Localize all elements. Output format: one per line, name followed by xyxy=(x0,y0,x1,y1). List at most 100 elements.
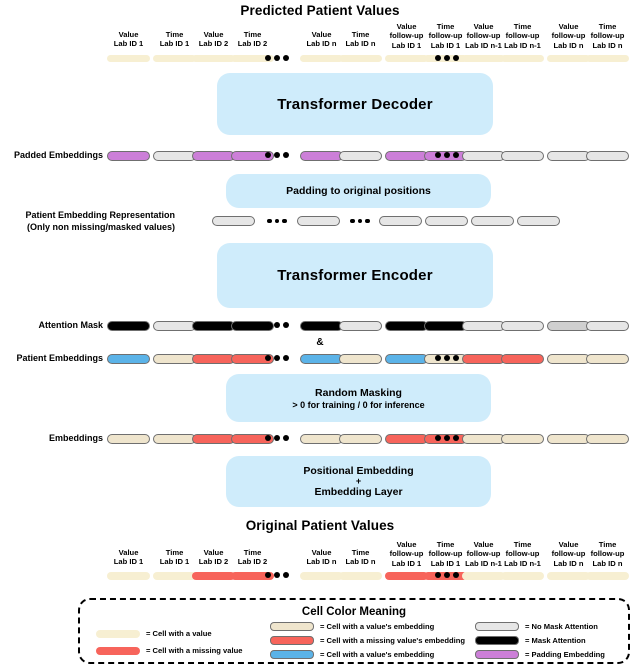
legend-swatch-embedred xyxy=(270,636,314,645)
cell-nomask xyxy=(297,216,340,226)
legend-item: = Mask Attention xyxy=(475,636,586,645)
row-attention-mask xyxy=(0,321,640,332)
cell-nomask xyxy=(547,151,590,161)
cell-nomask xyxy=(153,321,196,331)
embedding-layer-label: Embedding Layer xyxy=(314,486,403,499)
plus-sign: + xyxy=(355,475,362,486)
bottom-column-headers: Value Lab ID 1 Time Lab ID 1 Value Lab ID … xyxy=(0,540,640,572)
ellipsis-dots xyxy=(262,570,292,581)
cell-nomask2 xyxy=(547,321,590,331)
cell-value xyxy=(339,55,382,62)
transformer-decoder-box[interactable]: Transformer Decoder xyxy=(217,73,493,135)
cell-embedred xyxy=(192,354,235,364)
cell-embedred xyxy=(501,354,544,364)
random-masking-box[interactable]: Random Masking > 0 for training / 0 for … xyxy=(226,374,491,422)
legend-label: = Cell with a missing value's embedding xyxy=(320,636,466,645)
top-column-headers: Value Lab ID 1 Time Lab ID 1 Value Lab ID … xyxy=(0,22,640,54)
cell-nomask xyxy=(425,216,468,226)
cell-value xyxy=(462,572,505,580)
transformer-decoder-label: Transformer Decoder xyxy=(277,95,433,113)
ampersand-connector: & xyxy=(316,337,324,348)
cell-value xyxy=(339,572,382,580)
transformer-encoder-label: Transformer Encoder xyxy=(277,267,433,284)
cell-embedblue xyxy=(300,354,343,364)
cell-embedcream xyxy=(462,434,505,444)
cell-padding xyxy=(300,151,343,161)
cell-value xyxy=(300,572,343,580)
cell-embedcream xyxy=(107,434,150,444)
cell-nomask xyxy=(212,216,255,226)
cell-embedcream xyxy=(586,434,629,444)
cell-nomask xyxy=(153,151,196,161)
cell-embedcream xyxy=(339,354,382,364)
column-header: Time follow-up Lab ID n xyxy=(590,540,625,568)
cell-value xyxy=(462,55,505,62)
cell-missing xyxy=(192,572,235,580)
ellipsis-dots xyxy=(262,150,292,161)
cell-embedcream xyxy=(300,434,343,444)
cell-nomask xyxy=(379,216,422,226)
legend-item: = Cell with a value's embedding xyxy=(270,650,434,659)
ellipsis-dots xyxy=(262,216,292,227)
legend-box: Cell Color Meaning = Cell with a value = … xyxy=(78,598,630,664)
legend-swatch-value xyxy=(96,629,140,638)
cell-nomask xyxy=(339,321,382,331)
legend-item: = Padding Embedding xyxy=(475,650,605,659)
row-padded-embeddings xyxy=(0,151,640,162)
cell-embedred xyxy=(462,354,505,364)
cell-nomask xyxy=(586,151,629,161)
cell-value xyxy=(153,572,196,580)
legend-item: = Cell with a value xyxy=(96,629,212,638)
cell-padding xyxy=(385,151,428,161)
legend-item: = Cell with a missing value xyxy=(96,646,242,655)
cell-embedcream xyxy=(547,354,590,364)
cell-value xyxy=(385,55,428,62)
ellipsis-dots xyxy=(432,150,462,161)
cell-nomask xyxy=(501,321,544,331)
ellipsis-dots xyxy=(432,433,462,444)
legend-swatch-missing xyxy=(96,646,140,655)
cell-nomask xyxy=(586,321,629,331)
cell-embedcream xyxy=(153,434,196,444)
cell-nomask xyxy=(462,321,505,331)
legend-item: = Cell with a missing value's embedding xyxy=(270,636,465,645)
cell-embedred xyxy=(192,434,235,444)
cell-mask xyxy=(385,321,428,331)
legend-label: = Cell with a value's embedding xyxy=(320,650,435,659)
transformer-encoder-box[interactable]: Transformer Encoder xyxy=(217,243,493,308)
ellipsis-dots xyxy=(432,320,462,331)
ellipsis-dots xyxy=(432,53,462,64)
cell-missing xyxy=(385,572,428,580)
cell-embedcream xyxy=(501,434,544,444)
ellipsis-dots xyxy=(432,570,462,581)
row-predicted-patient-values xyxy=(0,55,640,65)
cell-nomask xyxy=(501,151,544,161)
page-title-predicted: Predicted Patient Values xyxy=(240,3,400,18)
ellipsis-dots xyxy=(262,53,292,64)
row-original-patient-values xyxy=(0,572,640,582)
cell-mask xyxy=(192,321,235,331)
column-header: Time follow-up Lab ID n xyxy=(590,22,625,50)
cell-padding xyxy=(192,151,235,161)
ellipsis-dots xyxy=(345,216,375,227)
legend-title: Cell Color Meaning xyxy=(301,606,407,618)
cell-value xyxy=(501,55,544,62)
cell-embedred xyxy=(385,434,428,444)
padding-to-original-positions-box[interactable]: Padding to original positions xyxy=(226,174,491,208)
cell-embedcream xyxy=(547,434,590,444)
legend-swatch-embedblue xyxy=(270,650,314,659)
column-header: Time Lab ID 2 xyxy=(237,30,268,49)
cell-padding xyxy=(107,151,150,161)
legend-swatch-padding xyxy=(475,650,519,659)
cell-value xyxy=(586,55,629,62)
cell-value xyxy=(547,572,590,580)
cell-embedcream xyxy=(339,434,382,444)
cell-mask xyxy=(300,321,343,331)
legend-swatch-nomask xyxy=(475,622,519,631)
legend-swatch-mask xyxy=(475,636,519,645)
cell-nomask xyxy=(517,216,560,226)
positional-embedding-box[interactable]: Positional Embedding + Embedding Layer xyxy=(226,456,491,507)
legend-label: = Cell with a value xyxy=(146,629,212,638)
cell-nomask xyxy=(462,151,505,161)
cell-value xyxy=(107,55,150,62)
